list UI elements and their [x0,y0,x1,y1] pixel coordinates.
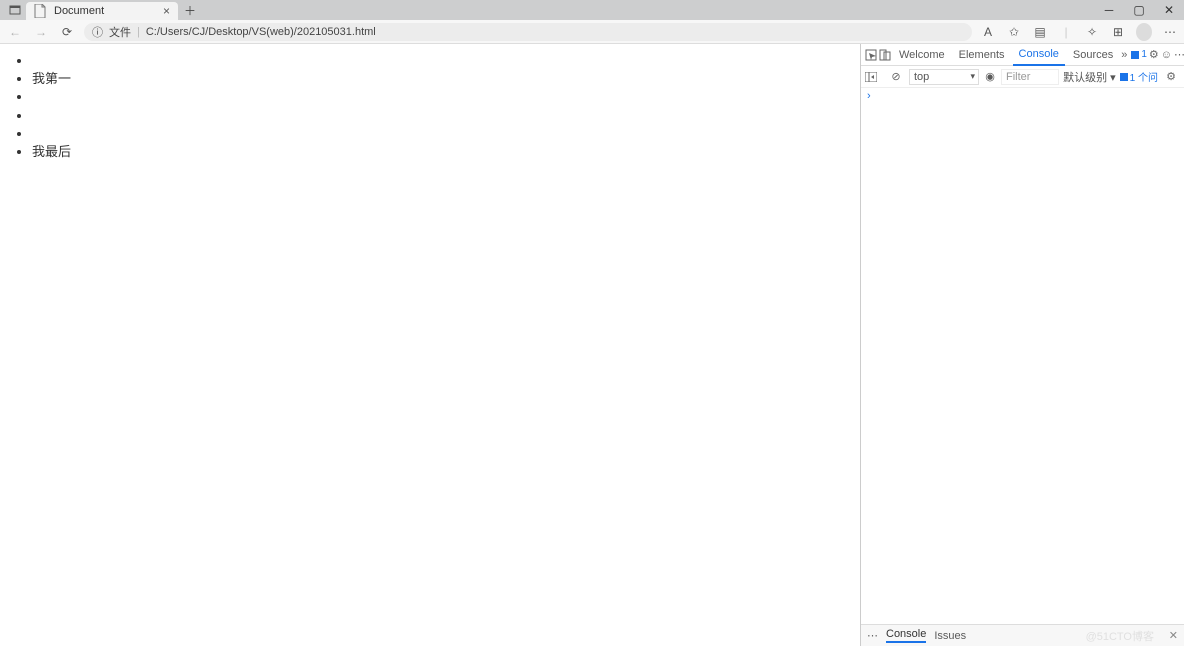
devtools-drawer: ⋯ Console Issues @51CTO博客 ✕ [861,624,1184,646]
console-sidebar-toggle-icon[interactable] [865,72,883,82]
context-label: top [914,71,929,83]
clear-console-icon[interactable]: ⊘ [887,70,905,83]
new-tab-button[interactable]: ＋ [178,0,202,20]
address-bar-row: ← → ⟳ ⓘ 文件 | C:/Users/CJ/Desktop/VS(web)… [0,20,1184,44]
tab-strip: Document × ＋ ─ ▢ ✕ [0,0,1184,20]
tabs-icon [9,4,21,16]
nav-back-button[interactable]: ← [6,25,24,39]
messages-badge[interactable]: 1 [1131,49,1147,60]
address-url: C:/Users/CJ/Desktop/VS(web)/202105031.ht… [146,26,376,38]
list-item: 我最后 [32,143,860,161]
log-level-selector[interactable]: 默认级别 ▾ [1063,69,1116,85]
console-body[interactable]: › [861,88,1184,624]
menu-button[interactable]: ⋯ [1162,25,1178,39]
devtools-panel: Welcome Elements Console Sources » 1 ⚙ ☺… [860,44,1184,646]
list-item: 我第一 [32,70,860,88]
address-prefix: 文件 [109,24,131,40]
more-tabs-icon[interactable]: » [1121,49,1127,61]
window-controls: ─ ▢ ✕ [1094,0,1184,20]
tab-title: Document [54,5,157,17]
nav-forward-button[interactable]: → [32,25,50,39]
live-expression-icon[interactable]: ◉ [983,70,997,83]
inspect-element-icon[interactable] [865,49,877,61]
list-item [32,88,860,106]
page-content: 我第一 我最后 [0,44,860,646]
address-bar[interactable]: ⓘ 文件 | C:/Users/CJ/Desktop/VS(web)/20210… [84,23,972,41]
console-filter-bar: ⊘ top ◉ Filter 默认级别 ▾ 1 个问 ⚙ [861,66,1184,88]
info-icon: ⓘ [92,24,103,40]
drawer-tab-issues[interactable]: Issues [934,630,966,642]
console-settings-icon[interactable]: ⚙ [1162,70,1180,83]
filter-placeholder: Filter [1006,71,1030,83]
drawer-close-icon[interactable]: ✕ [1169,629,1178,642]
file-icon [34,4,48,18]
tab-close-button[interactable]: × [163,4,170,18]
console-prompt: › [867,90,871,102]
nav-reload-button[interactable]: ⟳ [58,25,76,39]
devtools-tab-welcome[interactable]: Welcome [893,44,951,66]
window-close-button[interactable]: ✕ [1154,0,1184,20]
device-toggle-icon[interactable] [879,49,891,61]
toolbar-divider: | [1058,25,1074,39]
devtools-tab-console[interactable]: Console [1013,44,1065,66]
collections-icon[interactable]: ▤ [1032,25,1048,39]
profile-avatar[interactable] [1136,23,1152,41]
feedback-icon[interactable]: ☺ [1161,49,1172,61]
window-minimize-button[interactable]: ─ [1094,0,1124,20]
drawer-tab-console[interactable]: Console [886,628,926,643]
devtools-tab-sources[interactable]: Sources [1067,44,1119,66]
watermark-text: @51CTO博客 [1086,628,1154,644]
devtools-tabs: Welcome Elements Console Sources » 1 ⚙ ☺… [861,44,1184,66]
browser-tab[interactable]: Document × [26,2,178,20]
list-item [32,52,860,70]
devtools-tab-elements[interactable]: Elements [953,44,1011,66]
list-item [32,107,860,125]
tabs-overview-button[interactable] [4,0,26,20]
list-item [32,125,860,143]
console-filter-input[interactable]: Filter [1001,69,1059,85]
settings-icon[interactable]: ⚙ [1149,48,1159,61]
devtools-menu-icon[interactable]: ⋯ [1174,48,1184,61]
issues-badge[interactable]: 1 个问 [1120,69,1158,84]
read-aloud-icon[interactable]: A [980,25,996,39]
address-divider: | [137,26,140,38]
body-row: 我第一 我最后 Welcome Elements Console Sources… [0,44,1184,646]
app-icon[interactable]: ⊞ [1110,25,1126,39]
favorites-icon[interactable]: ✩ [1006,25,1022,39]
drawer-menu-icon[interactable]: ⋯ [867,629,878,642]
page-list: 我第一 我最后 [0,52,860,161]
extensions-icon[interactable]: ✧ [1084,25,1100,39]
context-selector[interactable]: top [909,69,979,85]
toolbar-right: A ✩ ▤ | ✧ ⊞ ⋯ [980,23,1178,41]
window-maximize-button[interactable]: ▢ [1124,0,1154,20]
